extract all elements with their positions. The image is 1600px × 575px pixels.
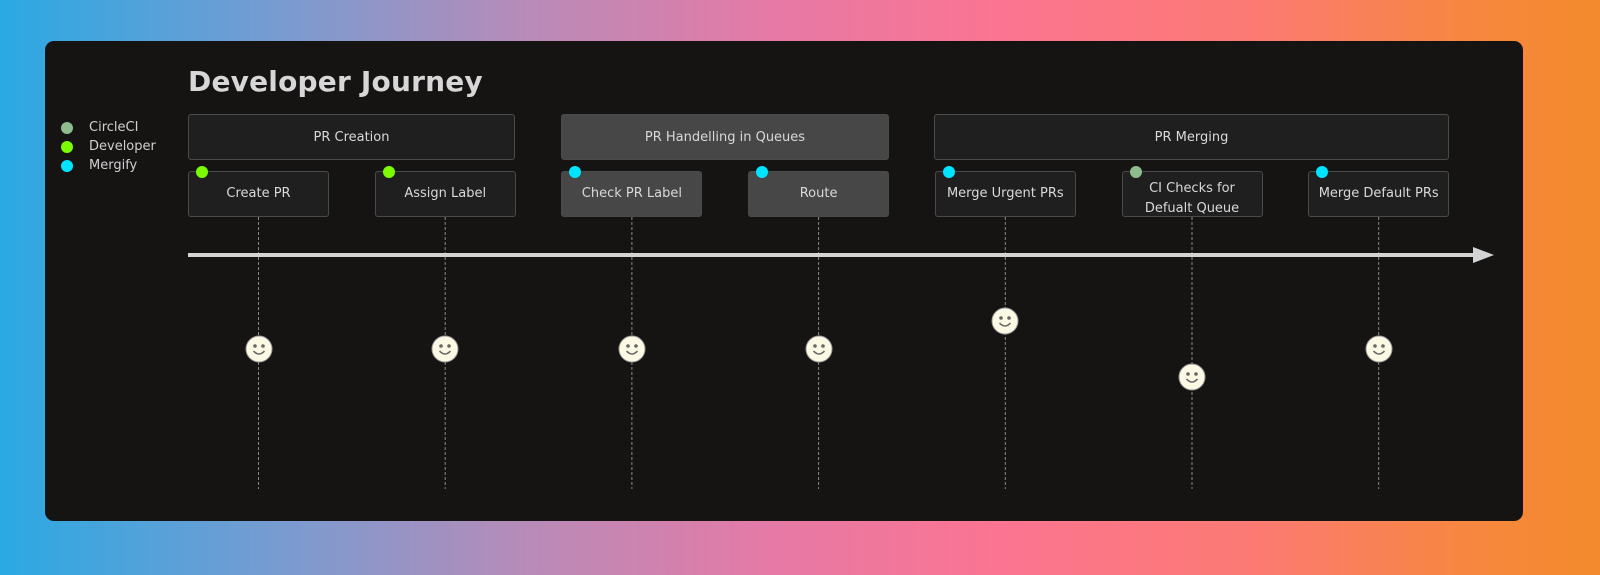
section-label: PR Merging — [1154, 129, 1229, 145]
actor-dot-icon — [382, 166, 395, 178]
legend-dot-icon — [61, 121, 73, 134]
actor-dot-icon — [756, 166, 769, 178]
legend-label: CircleCI — [89, 120, 139, 135]
smiley-face-icon — [1178, 363, 1206, 391]
section-pr-merging: PR Merging — [934, 114, 1449, 160]
task-route: Route — [748, 166, 890, 217]
section-label: PR Creation — [313, 129, 390, 145]
smiley-face-icon — [618, 335, 646, 363]
diagram-title: Developer Journey — [188, 65, 483, 98]
task-label: Create PR — [226, 186, 291, 201]
smiley-face-icon — [245, 335, 272, 363]
legend-item-mergify: Mergify — [61, 156, 156, 175]
task-ci-checks-for-defualt-queue: CI Checks for Defualt Queue — [1121, 166, 1263, 217]
actor-dot-icon — [1316, 166, 1329, 178]
actor-dot-icon — [196, 166, 208, 178]
section-pr-creation: PR Creation — [188, 114, 515, 160]
task-check-pr-label: Check PR Label — [561, 166, 703, 217]
section-label: PR Handelling in Queues — [644, 129, 806, 145]
section-pr-handling: PR Handelling in Queues — [561, 114, 889, 160]
legend-dot-icon — [61, 140, 73, 153]
smiley-face-icon — [431, 335, 459, 363]
task-merge-default-prs: Merge Default PRs — [1308, 166, 1450, 217]
legend-label: Developer — [89, 139, 156, 154]
task-label: Route — [799, 186, 838, 201]
smiley-face-icon — [805, 335, 833, 363]
task-assign-label: Assign Label — [374, 166, 516, 217]
legend-label: Mergify — [89, 158, 138, 173]
journey-diagram-panel: Developer Journey CircleCI Developer Mer… — [45, 41, 1523, 521]
actor-dot-icon — [942, 166, 955, 178]
timeline-overlay — [188, 217, 1494, 489]
legend-dot-icon — [61, 159, 73, 172]
task-create-pr: Create PR — [188, 166, 329, 217]
timeline-arrowhead-icon — [1473, 247, 1494, 263]
legend-item-developer: Developer — [61, 137, 156, 156]
task-label: Assign Label — [404, 186, 487, 201]
task-label: Merge Default PRs — [1318, 186, 1439, 201]
actor-dot-icon — [569, 166, 582, 178]
smiley-face-icon — [991, 307, 1019, 335]
legend-item-circleci: CircleCI — [61, 118, 156, 137]
task-label: Check PR Label — [581, 186, 682, 201]
actor-legend: CircleCI Developer Mergify — [61, 118, 156, 175]
smiley-face-icon — [1365, 335, 1393, 363]
actor-dot-icon — [1129, 166, 1142, 178]
task-merge-urgent-prs: Merge Urgent PRs — [934, 166, 1076, 217]
task-label: CI Checks for Defualt Queue — [1144, 181, 1240, 216]
task-label: Merge Urgent PRs — [946, 186, 1064, 201]
